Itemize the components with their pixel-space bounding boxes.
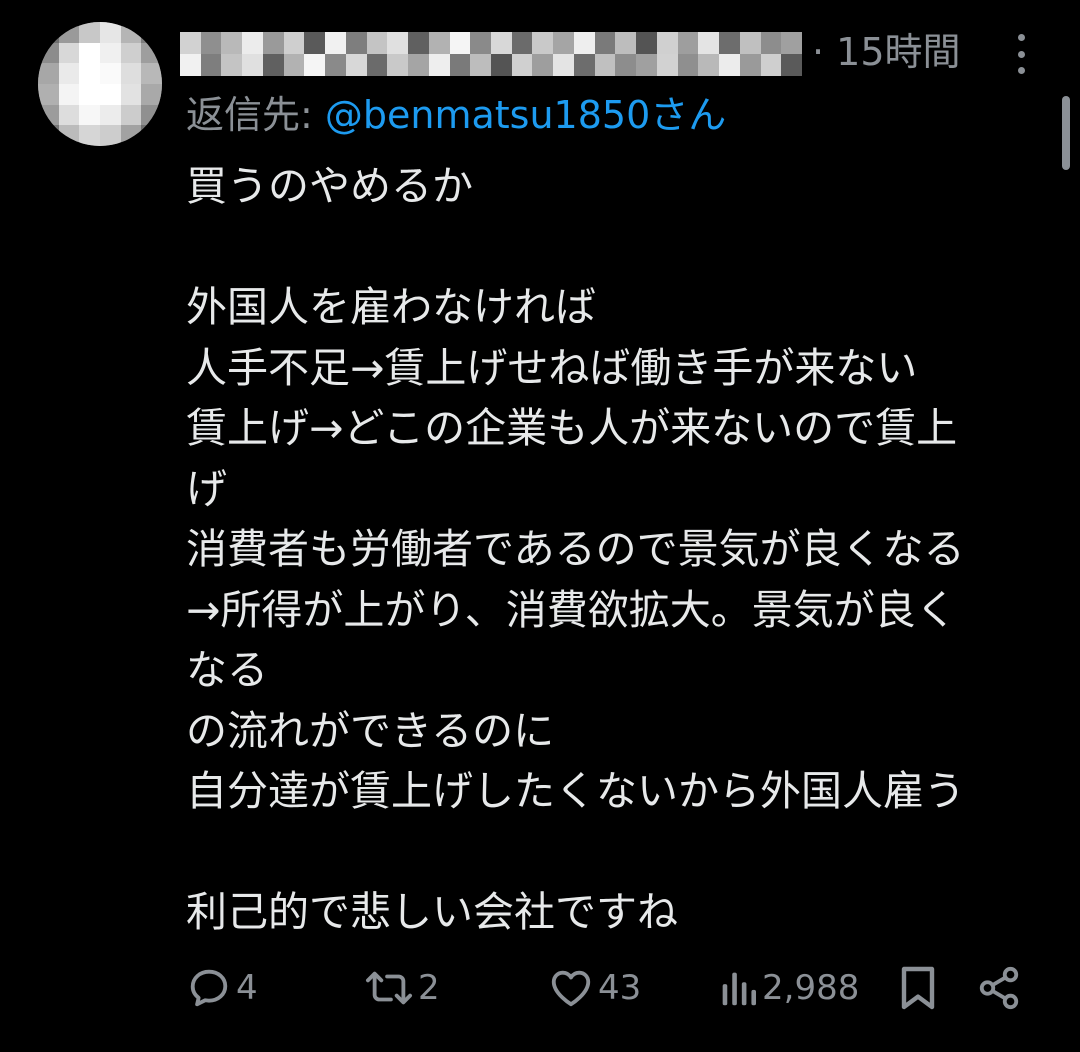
action-bar: 4 2 43 2,988 bbox=[186, 958, 1036, 1018]
tweet-line: 賃上げ→どこの企業も人が来ないので賃上 bbox=[186, 404, 958, 452]
censored-display-name[interactable] bbox=[180, 32, 802, 76]
tweet-line: 買うのやめるか bbox=[186, 162, 473, 210]
tweet-line: げ bbox=[186, 464, 227, 513]
reply-to-suffix: さん bbox=[650, 93, 727, 137]
reply-to-handle-link[interactable]: @benmatsu1850 bbox=[325, 93, 650, 137]
tweet-line bbox=[186, 822, 1056, 883]
share-button[interactable] bbox=[976, 958, 1022, 1018]
reply-icon bbox=[190, 969, 228, 1007]
tweet-line: →所得が上がり、消費欲拡大。景気が良く bbox=[186, 585, 957, 634]
reply-to-label: 返信先: bbox=[186, 93, 325, 137]
timestamp[interactable]: · 15時間 bbox=[812, 26, 961, 78]
tweet-line bbox=[186, 217, 1056, 278]
more-options-icon[interactable] bbox=[1006, 34, 1036, 74]
bookmark-icon bbox=[901, 966, 935, 1010]
tweet-line: の流れができるのに bbox=[186, 706, 555, 755]
tweet-line: 自分達が賃上げしたくないから外国人雇う bbox=[186, 767, 965, 815]
views-button[interactable]: 2,988 bbox=[718, 958, 859, 1018]
reply-button[interactable]: 4 bbox=[186, 958, 258, 1018]
tweet-line: 消費者も労働者であるので景気が良くなる bbox=[186, 525, 965, 573]
like-button[interactable]: 43 bbox=[548, 958, 641, 1018]
like-count: 43 bbox=[598, 968, 642, 1008]
share-icon bbox=[979, 966, 1019, 1010]
heart-icon bbox=[551, 970, 591, 1007]
tweet-text: 買うのやめるか 外国人を雇わなければ 人手不足→賃上げせねば働き手が来ない 賃上… bbox=[186, 156, 1056, 943]
retweet-icon bbox=[365, 971, 412, 1005]
tweet-line: なる bbox=[186, 646, 268, 694]
tweet-line: 利己的で悲しい会社ですね bbox=[186, 888, 678, 936]
retweet-count: 2 bbox=[418, 968, 440, 1008]
retweet-button[interactable]: 2 bbox=[364, 958, 440, 1018]
views-count: 2,988 bbox=[762, 968, 860, 1008]
scrollbar[interactable] bbox=[1062, 96, 1070, 170]
reply-to-line: 返信先: @benmatsu1850さん bbox=[186, 88, 726, 142]
avatar[interactable] bbox=[38, 22, 162, 146]
bookmark-button[interactable] bbox=[896, 958, 940, 1018]
tweet-line: 外国人を雇わなければ bbox=[186, 283, 596, 331]
reply-count: 4 bbox=[236, 968, 258, 1008]
views-icon bbox=[722, 972, 757, 1006]
tweet-line: 人手不足→賃上げせねば働き手が来ない bbox=[186, 343, 918, 392]
